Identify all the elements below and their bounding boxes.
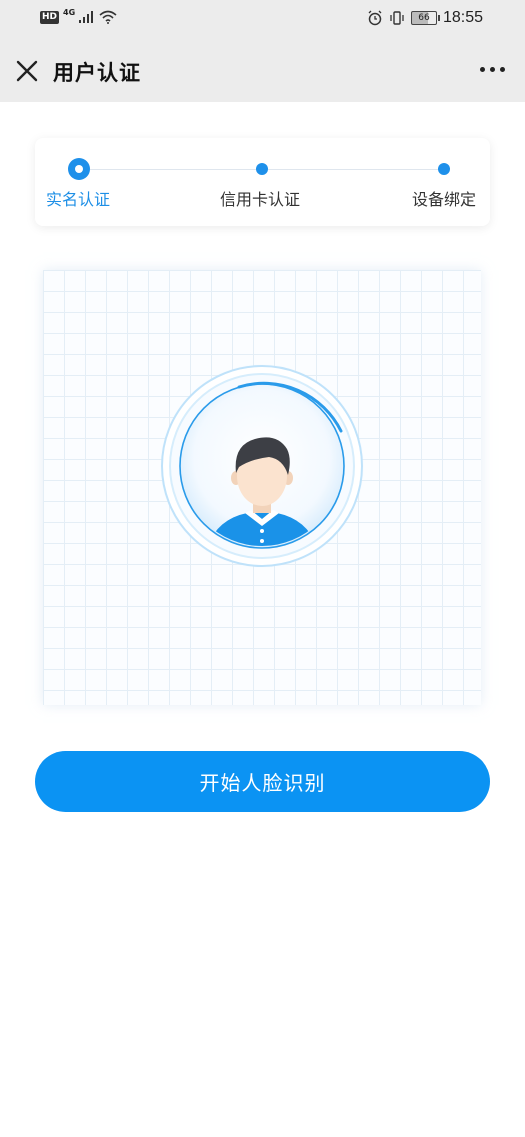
vibrate-icon [390, 11, 404, 25]
step-indicator [438, 163, 450, 175]
close-icon [16, 60, 38, 82]
step-label-device-binding: 设备绑定 [412, 190, 477, 209]
verification-steps: 实名认证 信用卡认证 设备绑定 [35, 138, 490, 226]
wifi-icon [99, 10, 117, 24]
more-dot-icon [480, 67, 485, 72]
step-indicator-active [68, 158, 90, 180]
hd-badge: HD [40, 10, 60, 24]
more-dot-icon [500, 67, 505, 72]
step-label-credit-card: 信用卡认证 [220, 190, 301, 209]
more-options-button[interactable] [480, 67, 505, 72]
step-label-real-name: 实名认证 [46, 190, 111, 209]
face-capture-area [43, 270, 481, 705]
page-title: 用户认证 [53, 61, 141, 85]
step-indicator [256, 163, 268, 175]
signal-icon [79, 11, 94, 23]
user-avatar-icon [160, 364, 364, 568]
app-header: 用户认证 [0, 40, 525, 102]
status-bar: HD 4G 66 18:55 [0, 0, 525, 40]
battery-icon: 66 [410, 11, 440, 25]
step-connector [268, 169, 443, 170]
status-left: HD 4G [40, 7, 117, 24]
more-dot-icon [490, 67, 495, 72]
step-connector [90, 169, 262, 170]
start-face-recognition-button[interactable]: 开始人脸识别 [35, 751, 490, 812]
status-time: 18:55 [442, 9, 483, 26]
close-button[interactable] [12, 56, 42, 86]
alarm-icon [368, 10, 382, 26]
network-type: 4G [63, 7, 76, 17]
status-right: 66 18:55 [367, 9, 483, 27]
